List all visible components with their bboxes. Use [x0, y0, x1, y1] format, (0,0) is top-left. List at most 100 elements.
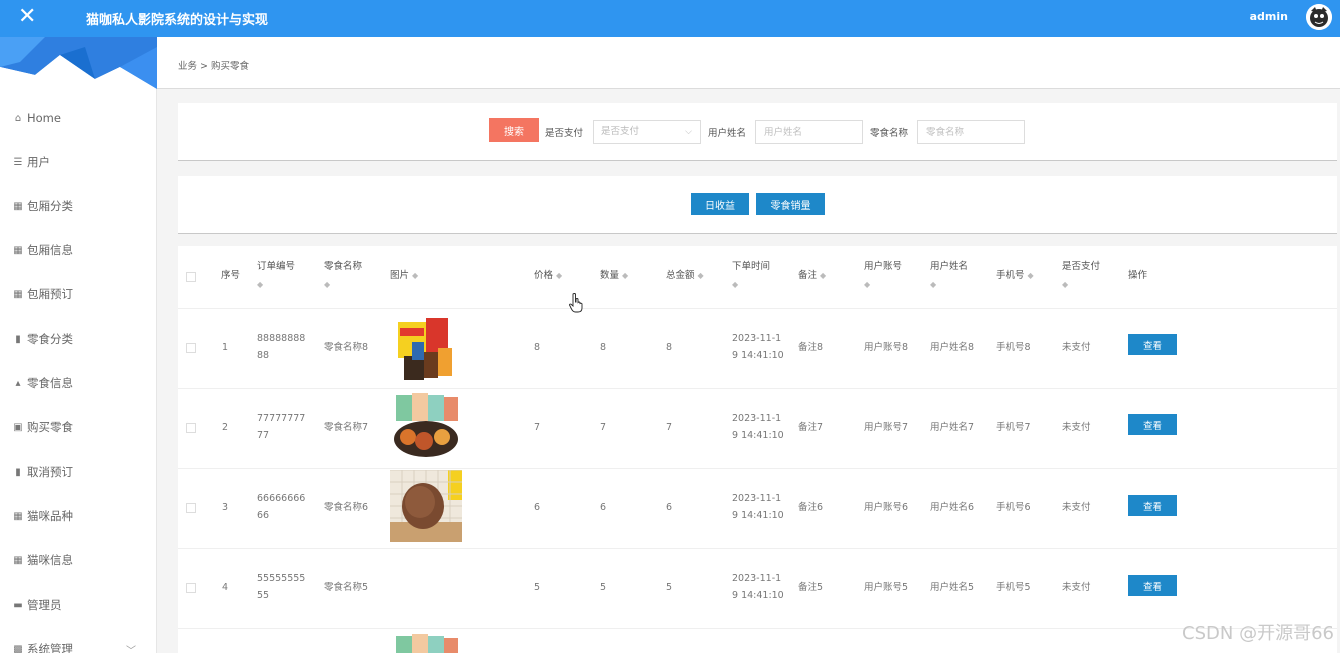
cell-order-time: 2023-11-1 9 14:41:10	[732, 573, 784, 601]
cell-order-time: 2023-11-1 9 14:41:10	[732, 413, 784, 441]
cell-index: 2	[222, 422, 229, 433]
admin-username[interactable]: admin	[1250, 10, 1288, 23]
avatar[interactable]	[1306, 4, 1332, 30]
view-button[interactable]: 查看	[1128, 334, 1177, 355]
sidebar-item-label: 系统管理	[27, 642, 73, 653]
sidebar-item-room-info[interactable]: ▦ 包厢信息	[12, 240, 152, 260]
main-content: 业务 > 购买零食 搜索 是否支付 是否支付 ⌵ 用户姓名 零食名称 日收益 零…	[157, 37, 1340, 653]
cell-qty: 7	[600, 422, 607, 433]
row-checkbox[interactable]	[186, 423, 196, 433]
col-header-order-no[interactable]: 订单编号 ◆	[257, 258, 295, 294]
sidebar-item-admin[interactable]: ▬ 管理员	[12, 595, 152, 615]
sort-icon[interactable]: ◆	[698, 267, 704, 285]
cell-order-time: 2023-11-1 9 14:41:10	[732, 333, 784, 361]
row-divider	[178, 548, 1337, 549]
cell-price: 6	[534, 502, 541, 513]
sidebar-item-buy-snacks[interactable]: ▣ 购买零食	[12, 417, 152, 437]
snack-sales-button[interactable]: 零食销量	[756, 193, 825, 215]
sidebar-item-label: 包厢预订	[27, 287, 73, 301]
sort-icon[interactable]: ◆	[622, 267, 628, 285]
chevron-down-icon: ﹀	[126, 645, 136, 653]
row-checkbox[interactable]	[186, 343, 196, 353]
sort-icon[interactable]: ◆	[930, 276, 936, 294]
sort-icon[interactable]: ◆	[820, 267, 826, 285]
sort-icon[interactable]: ◆	[412, 267, 418, 285]
sort-icon[interactable]: ◆	[864, 276, 870, 294]
cell-account: 用户账号8	[864, 342, 909, 353]
cell-qty: 6	[600, 502, 607, 513]
sort-icon[interactable]: ◆	[1062, 276, 1068, 294]
home-icon: ⌂	[14, 112, 22, 124]
breadcrumb: 业务 > 购买零食	[178, 61, 249, 72]
sidebar-item-cat-info[interactable]: ▦ 猫咪信息	[12, 550, 152, 570]
cell-price: 5	[534, 582, 541, 593]
cell-order-time: 2023-11-1 9 14:41:10	[732, 493, 784, 521]
sort-icon[interactable]: ◆	[257, 276, 263, 294]
sidebar-item-cancel-booking[interactable]: ▮ 取消预订	[12, 462, 152, 482]
sort-icon[interactable]: ◆	[732, 276, 738, 294]
sidebar-item-users[interactable]: ☰ 用户	[12, 152, 152, 172]
row-checkbox[interactable]	[186, 503, 196, 513]
cell-account: 用户账号7	[864, 422, 909, 433]
col-header-actions: 操作	[1128, 270, 1148, 281]
col-header-image[interactable]: 图片 ◆	[390, 267, 418, 285]
sidebar-item-cat-breed[interactable]: ▦ 猫咪品种	[12, 506, 152, 526]
col-header-note[interactable]: 备注 ◆	[798, 267, 826, 285]
cell-user-name: 用户姓名8	[930, 342, 975, 353]
col-header-price[interactable]: 价格 ◆	[534, 267, 562, 285]
sidebar-item-home[interactable]: ⌂ Home	[12, 108, 152, 128]
cell-paid: 未支付	[1062, 342, 1091, 353]
sidebar-item-room-category[interactable]: ▦ 包厢分类	[12, 196, 152, 216]
sort-icon[interactable]: ◆	[1028, 267, 1034, 285]
grid-icon: ▦	[13, 510, 23, 522]
cell-account: 用户账号6	[864, 502, 909, 513]
cell-price: 7	[534, 422, 541, 433]
paid-filter-select[interactable]: 是否支付 ⌵	[593, 120, 701, 144]
col-header-total[interactable]: 总金额 ◆	[666, 267, 704, 285]
col-header-qty[interactable]: 数量 ◆	[600, 267, 628, 285]
col-header-account[interactable]: 用户账号 ◆	[864, 258, 902, 294]
row-checkbox[interactable]	[186, 583, 196, 593]
cookie-image[interactable]	[390, 470, 462, 542]
sidebar-item-label: 用户	[27, 155, 50, 169]
snack-bag-image[interactable]	[390, 312, 462, 384]
view-button[interactable]: 查看	[1128, 495, 1177, 516]
cell-snack-name: 零食名称5	[324, 582, 369, 593]
sidebar-item-snack-category[interactable]: ▮ 零食分类	[12, 329, 152, 349]
hand-cursor-icon	[569, 293, 583, 313]
col-header-paid[interactable]: 是否支付 ◆	[1062, 258, 1100, 294]
select-all-checkbox[interactable]	[186, 272, 196, 282]
cell-total: 8	[666, 342, 673, 353]
sidebar-item-label: 包厢分类	[27, 199, 73, 213]
sort-icon[interactable]: ◆	[324, 276, 330, 294]
close-icon[interactable]: ✕	[18, 3, 36, 31]
snack-platter-image[interactable]	[390, 632, 462, 653]
cell-paid: 未支付	[1062, 502, 1091, 513]
daily-income-button[interactable]: 日收益	[691, 193, 749, 215]
sidebar-item-room-booking[interactable]: ▦ 包厢预订	[12, 284, 152, 304]
cell-paid: 未支付	[1062, 422, 1091, 433]
cell-snack-name: 零食名称7	[324, 422, 369, 433]
cell-price: 8	[534, 342, 541, 353]
view-button[interactable]: 查看	[1128, 575, 1177, 596]
snack-platter-image[interactable]	[390, 391, 462, 463]
cell-total: 5	[666, 582, 673, 593]
search-button[interactable]: 搜索	[489, 118, 539, 142]
paid-filter-placeholder: 是否支付	[601, 126, 640, 137]
col-header-phone[interactable]: 手机号 ◆	[996, 267, 1034, 285]
sidebar-item-system[interactable]: ▩ 系统管理 ﹀	[12, 639, 152, 653]
sidebar-item-snack-info[interactable]: ▴ 零食信息	[12, 373, 152, 393]
col-header-snack-name[interactable]: 零食名称 ◆	[324, 258, 362, 294]
cell-index: 1	[222, 342, 229, 353]
snack-name-input[interactable]	[917, 120, 1025, 144]
cell-qty: 8	[600, 342, 607, 353]
col-header-index: 序号	[221, 270, 241, 281]
sort-icon[interactable]: ◆	[556, 267, 562, 285]
row-divider	[178, 628, 1337, 629]
sidebar-item-label: 零食分类	[27, 332, 73, 346]
row-divider	[178, 468, 1337, 469]
col-header-user-name[interactable]: 用户姓名 ◆	[930, 258, 968, 294]
col-header-order-time[interactable]: 下单时间 ◆	[732, 258, 770, 294]
username-input[interactable]	[755, 120, 863, 144]
view-button[interactable]: 查看	[1128, 414, 1177, 435]
